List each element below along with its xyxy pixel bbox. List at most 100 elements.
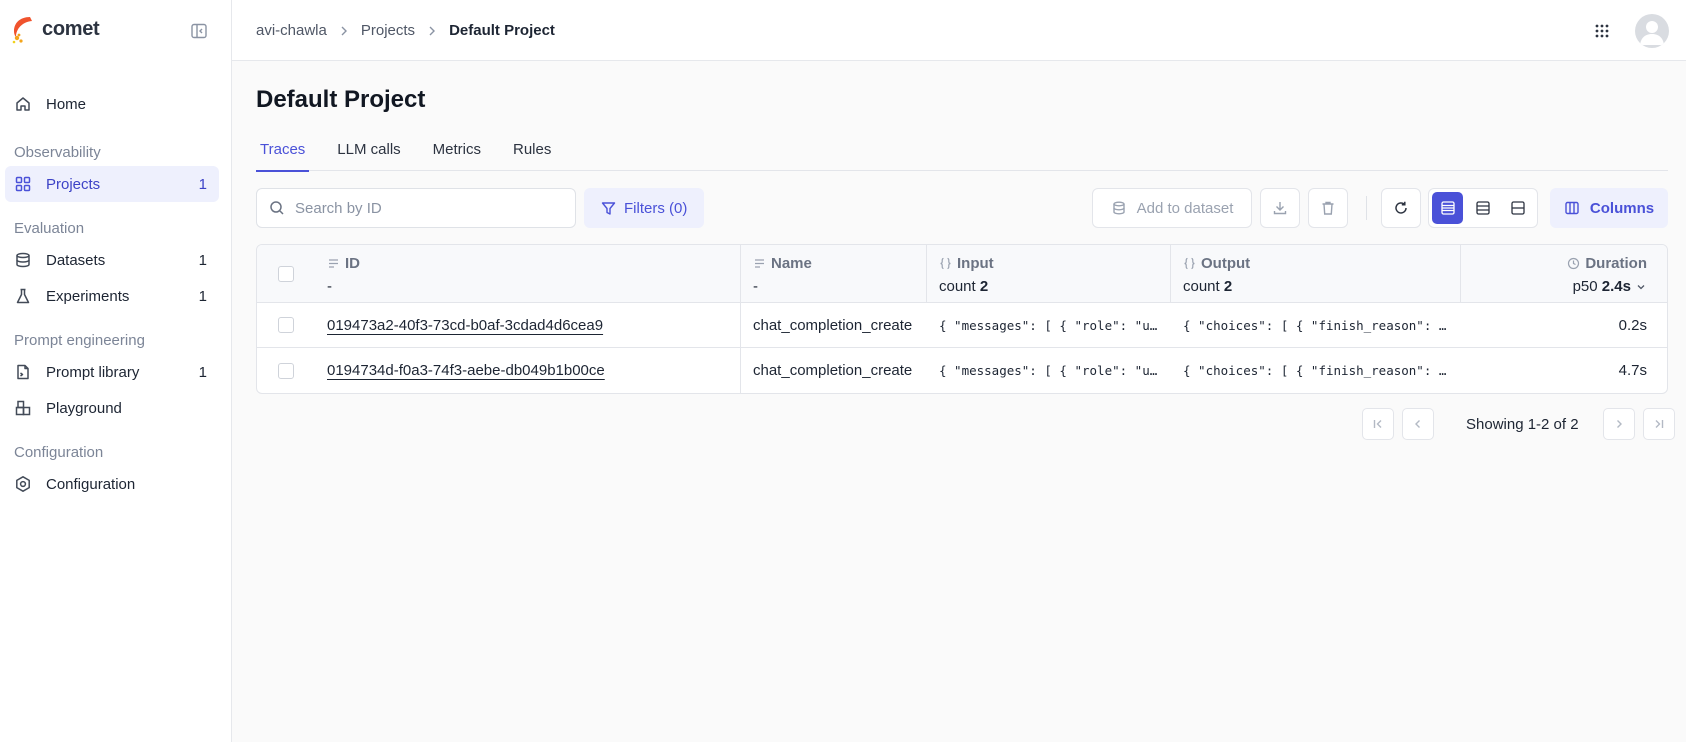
columns-button[interactable]: Columns [1550, 188, 1668, 228]
home-icon [14, 95, 32, 113]
sidebar-item-experiments[interactable]: Experiments 1 [5, 278, 219, 314]
database-icon [1111, 200, 1127, 216]
column-output[interactable]: Output count 2 [1171, 245, 1461, 302]
row-density-toggle [1428, 188, 1538, 228]
trace-output: { "choices": [ { "finish_reason": "stop" [1183, 363, 1449, 378]
rows-medium-icon [1475, 200, 1491, 216]
sidebar-item-count: 1 [198, 287, 207, 305]
column-stat: count 2 [939, 278, 989, 295]
tab-llm-calls[interactable]: LLM calls [333, 137, 404, 171]
apps-grid-icon[interactable] [1593, 22, 1611, 40]
sidebar-item-configuration[interactable]: Configuration [5, 466, 219, 502]
blocks-icon [14, 399, 32, 417]
sidebar-item-playground[interactable]: Playground [5, 390, 219, 426]
sidebar-item-label: Configuration [46, 475, 136, 493]
text-type-icon [327, 257, 340, 270]
clock-icon [1567, 257, 1580, 270]
sidebar-item-label: Datasets [46, 251, 106, 269]
braces-icon [1183, 257, 1196, 270]
avatar[interactable] [1635, 14, 1669, 48]
column-stat: count 2 [1183, 278, 1233, 295]
column-label: ID [345, 255, 360, 272]
trash-icon [1320, 200, 1336, 216]
filters-button[interactable]: Filters (0) [584, 188, 705, 228]
next-page-button[interactable] [1602, 408, 1635, 440]
trace-id-link[interactable]: 019473a2-40f3-73cd-b0af-3cdad4d6cea9 [315, 303, 740, 347]
sidebar-item-home[interactable]: Home [5, 86, 219, 122]
rows-compact-icon [1440, 200, 1456, 216]
refresh-button[interactable] [1381, 188, 1421, 228]
tab-traces[interactable]: Traces [256, 137, 310, 172]
sidebar-section-configuration: Configuration [14, 444, 104, 461]
refresh-icon [1393, 200, 1409, 216]
header-select-cell [257, 245, 315, 302]
chevron-right-icon [337, 24, 351, 38]
grid-icon [14, 175, 32, 193]
column-label: Input [957, 255, 994, 272]
density-compact-option[interactable] [1432, 192, 1464, 224]
tab-metrics[interactable]: Metrics [429, 137, 485, 171]
rows-large-icon [1510, 200, 1526, 216]
brand-name: comet [42, 17, 100, 40]
last-page-button[interactable] [1642, 408, 1675, 440]
chevron-left-icon [1411, 417, 1425, 431]
export-button[interactable] [1260, 188, 1300, 228]
first-page-button[interactable] [1362, 408, 1394, 440]
trace-duration: 0.2s [1618, 316, 1647, 334]
table-row[interactable]: 019473a2-40f3-73cd-b0af-3cdad4d6cea9 cha… [257, 303, 1667, 348]
tabs: Traces LLM calls Metrics Rules [256, 137, 1668, 172]
delete-button[interactable] [1308, 188, 1348, 228]
row-select-cell [257, 348, 315, 393]
column-stat: - [327, 278, 332, 295]
breadcrumb-current: Default Project [449, 22, 555, 39]
trace-output: { "choices": [ { "finish_reason": "stop" [1183, 317, 1449, 333]
sidebar-item-projects[interactable]: Projects 1 [5, 166, 219, 202]
table-row[interactable]: 0194734d-f0a3-74f3-aebe-db049b1b00ce cha… [257, 348, 1667, 393]
column-duration[interactable]: Duration p50 2.4s [1461, 245, 1667, 302]
search-icon [269, 200, 285, 216]
table-header: ID - Name - Input count 2 Output count 2… [257, 245, 1667, 303]
density-medium-option[interactable] [1467, 192, 1498, 224]
row-checkbox[interactable] [278, 362, 294, 379]
breadcrumb-projects[interactable]: Projects [361, 22, 415, 39]
sidebar-item-prompt-library[interactable]: Prompt library 1 [5, 354, 219, 390]
column-input[interactable]: Input count 2 [927, 245, 1171, 302]
sidebar-item-datasets[interactable]: Datasets 1 [5, 242, 219, 278]
row-checkbox[interactable] [278, 317, 294, 333]
top-bar: avi-chawla Projects Default Project [232, 0, 1686, 61]
trace-id-link[interactable]: 0194734d-f0a3-74f3-aebe-db049b1b00ce [315, 348, 740, 393]
sidebar-item-count: 1 [198, 251, 207, 269]
settings-icon [14, 475, 32, 493]
density-comfortable-option[interactable] [1503, 192, 1534, 224]
search-input[interactable] [295, 199, 555, 217]
previous-page-button[interactable] [1402, 408, 1434, 440]
select-all-checkbox[interactable] [278, 265, 294, 282]
braces-icon [939, 257, 952, 270]
column-name[interactable]: Name - [741, 245, 927, 302]
trace-name: chat_completion_create [753, 316, 913, 334]
tab-rules[interactable]: Rules [509, 137, 555, 171]
search-box[interactable] [256, 188, 576, 228]
sidebar-item-label: Playground [46, 399, 122, 417]
flask-icon [14, 287, 32, 305]
column-label: Output [1201, 255, 1251, 272]
sidebar-item-label: Experiments [46, 287, 130, 305]
columns-label: Columns [1589, 199, 1655, 217]
chevron-right-icon [1612, 417, 1626, 431]
comet-logo-icon [12, 17, 32, 44]
chevron-down-icon [1635, 281, 1647, 293]
filter-icon [601, 201, 616, 216]
pagination-label: Showing 1-2 of 2 [1466, 415, 1579, 433]
trace-input: { "messages": [ { "role": "user", "conte… [939, 363, 1159, 378]
sidebar-item-label: Projects [46, 175, 101, 193]
brand[interactable]: comet [10, 14, 100, 44]
collapse-sidebar-icon[interactable] [190, 22, 208, 40]
column-label: Name [771, 255, 812, 272]
sidebar-section-evaluation: Evaluation [14, 220, 85, 237]
add-to-dataset-button[interactable]: Add to dataset [1092, 188, 1252, 228]
column-id[interactable]: ID - [315, 245, 741, 302]
file-icon [14, 363, 32, 381]
column-stat[interactable]: p50 2.4s [1473, 278, 1647, 295]
breadcrumb-workspace[interactable]: avi-chawla [256, 22, 327, 39]
column-label: Duration [1585, 255, 1647, 272]
